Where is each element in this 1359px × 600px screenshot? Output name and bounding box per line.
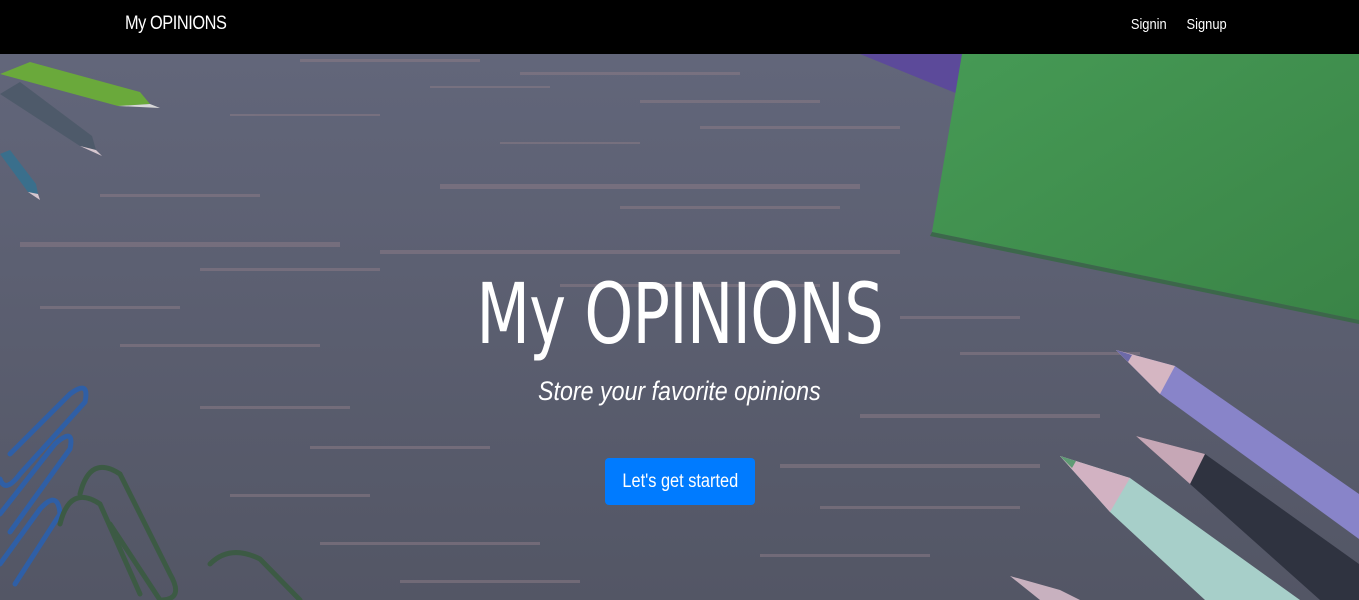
hero-title: My OPINIONS xyxy=(0,272,1359,356)
navbar: My OPINIONS Signin Signup xyxy=(0,0,1359,54)
hero-subtitle-text: Store your favorite opinions xyxy=(538,376,821,406)
hero-content: My OPINIONS Store your favorite opinions… xyxy=(0,54,1359,600)
hero-title-text: My OPINIONS xyxy=(476,265,883,363)
brand-link[interactable]: My OPINIONS xyxy=(125,13,227,35)
get-started-label: Let's get started xyxy=(622,470,738,492)
get-started-button[interactable]: Let's get started xyxy=(605,458,755,505)
signin-link[interactable]: Signin xyxy=(1130,16,1166,33)
signup-link[interactable]: Signup xyxy=(1187,16,1227,33)
hero-subtitle: Store your favorite opinions xyxy=(0,376,1359,407)
page: My OPINIONS Signin Signup My OPINIONS St… xyxy=(0,0,1359,600)
hero-section: My OPINIONS Store your favorite opinions… xyxy=(0,54,1359,600)
nav-links: Signin Signup xyxy=(1125,16,1227,33)
